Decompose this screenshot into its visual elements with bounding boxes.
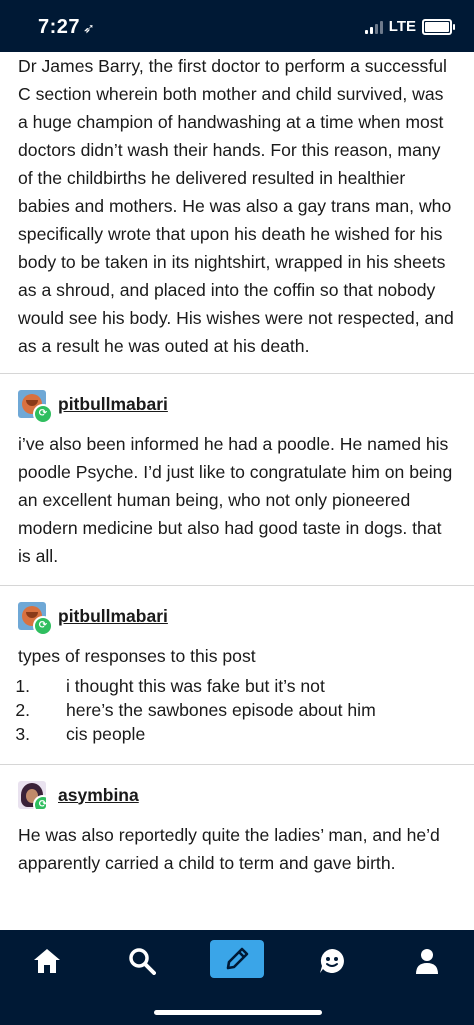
reblog-text: He was also reportedly quite the ladies’… <box>18 825 440 873</box>
home-icon <box>34 949 60 973</box>
username-link[interactable]: pitbullmabari <box>58 606 168 627</box>
status-time: 7:27 ➶ <box>38 16 95 39</box>
time-label: 7:27 <box>38 16 81 38</box>
reblog-icon: ⟳ <box>33 404 53 424</box>
username-link[interactable]: pitbullmabari <box>58 394 168 415</box>
status-bar: 7:27 ➶ LTE <box>0 0 474 52</box>
tab-search[interactable] <box>115 941 169 981</box>
avatar[interactable]: ⟳ <box>18 390 53 424</box>
list-number: 2. <box>15 700 30 720</box>
tab-compose[interactable] <box>210 940 264 978</box>
activity-icon <box>320 949 344 973</box>
original-post-text: Dr James Barry, the first doctor to perf… <box>18 56 454 356</box>
reblog-text: types of responses to this post <box>18 646 256 666</box>
status-indicators: LTE <box>364 18 455 35</box>
reblog-header: ⟳ asymbina <box>0 779 474 811</box>
list-item: 3. cis people <box>0 722 474 746</box>
reblog-item: ⟳ pitbullmabari types of responses to th… <box>0 586 474 764</box>
list-text: here’s the sawbones episode about him <box>66 700 376 720</box>
location-arrow-icon: ➶ <box>83 20 96 36</box>
network-label: LTE <box>388 18 416 35</box>
reblog-icon: ⟳ <box>33 616 53 636</box>
account-icon <box>416 949 438 974</box>
tab-home[interactable] <box>20 941 74 981</box>
original-post: Dr James Barry, the first doctor to perf… <box>0 52 474 360</box>
avatar[interactable]: ⟳ <box>18 602 53 636</box>
signal-icon <box>364 20 383 34</box>
list-item: 1. i thought this was fake but it’s not <box>0 674 474 698</box>
avatar[interactable]: ⟳ <box>18 781 46 809</box>
search-icon <box>129 948 156 975</box>
tab-activity[interactable] <box>305 941 359 981</box>
battery-icon <box>422 18 455 35</box>
list-text: cis people <box>66 724 146 744</box>
list-number: 3. <box>15 724 30 744</box>
response-list: 1. i thought this was fake but it’s not 2… <box>0 674 474 746</box>
reblog-item: ⟳ pitbullmabari i’ve also been informed … <box>0 374 474 585</box>
tab-account[interactable] <box>400 941 454 981</box>
post-content: Dr James Barry, the first doctor to perf… <box>0 52 474 877</box>
list-number: 1. <box>15 676 30 696</box>
list-item: 2. here’s the sawbones episode about him <box>0 698 474 722</box>
home-indicator <box>154 1010 322 1015</box>
reblog-text: i’ve also been informed he had a poodle.… <box>18 434 453 566</box>
list-text: i thought this was fake but it’s not <box>66 676 325 696</box>
reblog-header: ⟳ pitbullmabari <box>0 388 474 424</box>
reblog-icon: ⟳ <box>33 795 46 809</box>
reblog-header: ⟳ pitbullmabari <box>0 600 474 636</box>
reblog-item: ⟳ asymbina He was also reportedly quite … <box>0 765 474 877</box>
compose-icon <box>226 947 249 970</box>
username-link[interactable]: asymbina <box>58 785 139 806</box>
